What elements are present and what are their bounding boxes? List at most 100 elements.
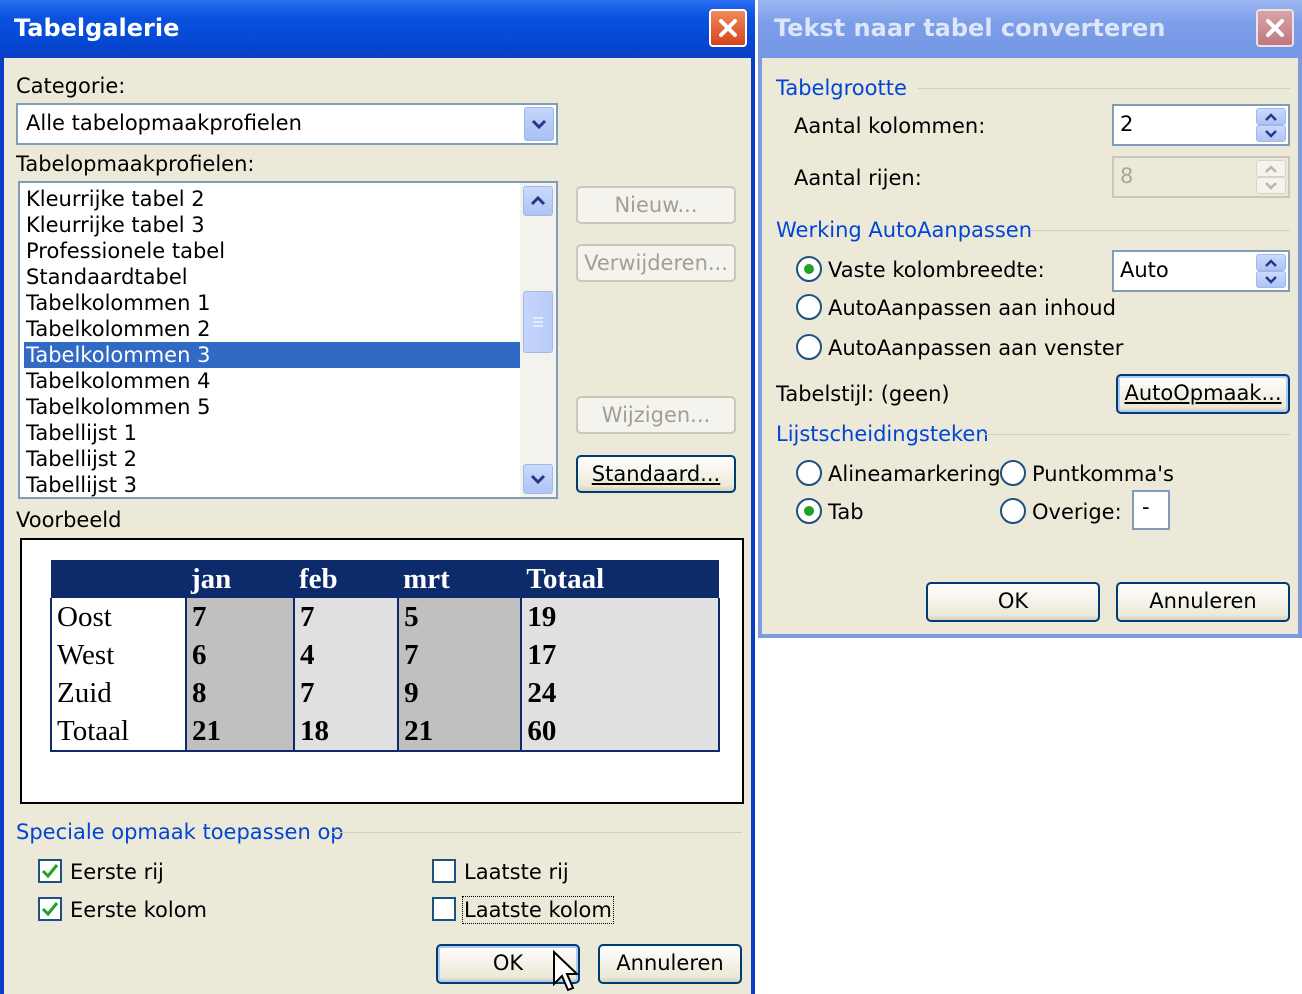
spin-buttons[interactable] [1256, 254, 1286, 288]
separator-other-radio[interactable] [1000, 498, 1026, 524]
separator-semicolon-radio[interactable] [1000, 460, 1026, 486]
preview-header-row: jan feb mrt Totaal [51, 560, 719, 598]
spin-up-icon [1256, 108, 1286, 125]
spin-buttons [1256, 160, 1286, 194]
separator-other-label[interactable]: Overige: [1032, 500, 1122, 524]
preview-cell: 4 [292, 636, 399, 674]
scroll-thumb[interactable] [523, 291, 553, 353]
close-button[interactable] [709, 9, 747, 47]
columns-value[interactable]: 2 [1120, 112, 1133, 136]
fixed-width-value[interactable]: Auto [1120, 258, 1169, 282]
checkmark-icon [41, 864, 59, 879]
list-item[interactable]: Kleurrijke tabel 2 [24, 186, 520, 212]
listbox-scrollbar[interactable] [520, 183, 556, 497]
radio-selected-dot [804, 264, 814, 274]
fit-content-radio[interactable] [796, 294, 822, 320]
last-column-checkbox[interactable] [432, 897, 456, 921]
divider [918, 88, 1290, 89]
preview-cell: 19 [520, 598, 720, 636]
preview-cell: 8 [185, 674, 294, 712]
dialog-title: Tekst naar tabel converteren [774, 14, 1166, 42]
default-button[interactable]: Standaard... [576, 455, 736, 493]
chevron-up-icon [530, 195, 546, 206]
styles-listbox[interactable]: Tabellijst 3 Tabellijst 2 Tabellijst 1 Tabe… [18, 181, 558, 499]
spin-down-icon [1256, 271, 1286, 288]
list-item[interactable]: Tabellijst 1 [24, 420, 520, 446]
preview-cell: 18 [292, 712, 399, 752]
list-item[interactable]: Tabellijst 3 [24, 472, 520, 497]
new-button[interactable]: Nieuw... [576, 186, 736, 224]
preview-cell: 7 [292, 674, 399, 712]
cancel-button[interactable]: Annuleren [1116, 582, 1290, 622]
checkmark-icon [41, 902, 59, 917]
fit-window-radio[interactable] [796, 334, 822, 360]
close-button[interactable] [1256, 9, 1294, 47]
rows-spinner: 8 [1112, 156, 1290, 198]
dropdown-button[interactable] [524, 107, 554, 141]
preview-cell: 9 [397, 674, 522, 712]
delete-button[interactable]: Verwijderen... [576, 244, 736, 282]
title-bar[interactable]: Tabelgalerie [0, 0, 755, 58]
preview-header-cell [51, 560, 186, 598]
spin-up-icon [1256, 254, 1286, 271]
columns-spinner[interactable]: 2 [1112, 104, 1290, 146]
first-column-label[interactable]: Eerste kolom [70, 898, 207, 922]
grip-icon [533, 317, 543, 327]
autoformat-button-label: AutoOpmaak... [1124, 381, 1282, 405]
preview-row: Zuid 8 7 9 24 [50, 674, 720, 712]
ok-button[interactable]: OK [926, 582, 1100, 622]
fit-window-label[interactable]: AutoAanpassen aan venster [828, 336, 1123, 360]
spin-buttons[interactable] [1256, 108, 1286, 142]
category-dropdown[interactable]: Alle tabelopmaakprofielen [16, 103, 558, 145]
last-row-label[interactable]: Laatste rij [464, 860, 569, 884]
separator-tab-label[interactable]: Tab [828, 500, 864, 524]
list-item[interactable]: Professionele tabel [24, 238, 520, 264]
styles-label: Tabelopmaakprofielen: [16, 152, 255, 176]
list-item[interactable]: Kleurrijke tabel 3 [24, 212, 520, 238]
title-bar[interactable]: Tekst naar tabel converteren [758, 0, 1302, 58]
autoformat-button[interactable]: AutoOpmaak... [1116, 374, 1290, 414]
fixed-width-spinner[interactable]: Auto [1112, 250, 1290, 292]
last-row-checkbox[interactable] [432, 859, 456, 883]
preview-header-cell: feb [293, 560, 399, 598]
first-row-checkbox[interactable] [38, 859, 62, 883]
close-icon [719, 19, 737, 37]
spin-down-icon [1256, 177, 1286, 194]
separator-other-input[interactable]: - [1132, 490, 1170, 530]
chevron-down-icon [530, 474, 546, 485]
close-icon [1266, 19, 1284, 37]
scroll-down-button[interactable] [523, 464, 553, 494]
list-item[interactable]: Tabelkolommen 3 [24, 342, 520, 368]
list-item[interactable]: Tabelkolommen 4 [24, 368, 520, 394]
list-item[interactable]: Tabelkolommen 2 [24, 316, 520, 342]
preview-cell: 17 [520, 636, 720, 674]
cancel-button[interactable]: Annuleren [598, 944, 742, 984]
fixed-width-radio[interactable] [796, 256, 822, 282]
fit-content-label[interactable]: AutoAanpassen aan inhoud [828, 296, 1116, 320]
preview-row-label: Zuid [50, 674, 187, 712]
list-item[interactable]: Tabelkolommen 1 [24, 290, 520, 316]
list-item[interactable]: Tabellijst 2 [24, 446, 520, 472]
mouse-cursor-icon [553, 950, 580, 992]
first-column-checkbox[interactable] [38, 897, 62, 921]
category-value: Alle tabelopmaakprofielen [26, 111, 302, 135]
separator-paragraph-radio[interactable] [796, 460, 822, 486]
first-row-label[interactable]: Eerste rij [70, 860, 164, 884]
separator-semicolon-label[interactable]: Puntkomma's [1032, 462, 1174, 486]
preview-row-label: Oost [50, 598, 187, 636]
last-column-label[interactable]: Laatste kolom [462, 896, 614, 924]
separator-header: Lijstscheidingsteken [776, 422, 989, 446]
separator-tab-radio[interactable] [796, 498, 822, 524]
preview-table: jan feb mrt Totaal Oost 7 7 5 19 West 6 4 7 17 Zuid 8 7 9… [50, 560, 720, 752]
list-item[interactable]: Tabelkolommen 5 [24, 394, 520, 420]
rows-label: Aantal rijen: [794, 166, 922, 190]
fixed-width-label[interactable]: Vaste kolombreedte: [828, 258, 1045, 282]
preview-cell: 60 [520, 712, 720, 752]
scroll-up-button[interactable] [523, 186, 553, 216]
rows-value: 8 [1120, 164, 1134, 188]
divider [984, 434, 1290, 435]
divider [1030, 230, 1290, 231]
modify-button[interactable]: Wijzigen... [576, 396, 736, 434]
list-item[interactable]: Standaardtabel [24, 264, 520, 290]
separator-paragraph-label[interactable]: Alineamarkering [828, 462, 1001, 486]
